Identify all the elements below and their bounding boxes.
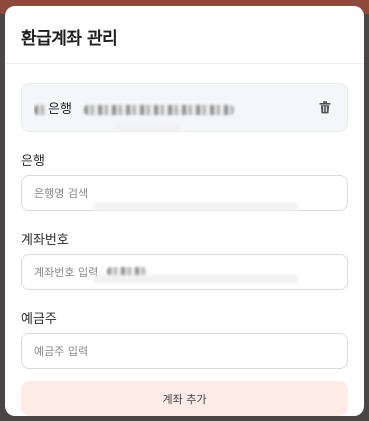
saved-bank-name: 은행 xyxy=(48,102,72,117)
holder-field: 예금주 xyxy=(21,308,348,369)
saved-account-card: 은행 xyxy=(21,83,348,132)
bank-label: 은행 xyxy=(21,154,45,169)
account-number-wrap xyxy=(21,254,348,290)
dialog-body: 은행 은행 계좌번호 xyxy=(5,64,364,416)
redacted-account-number xyxy=(84,104,235,115)
account-number-label: 계좌번호 xyxy=(21,233,69,248)
redacted-bank-prefix xyxy=(34,104,48,115)
dialog-title: 환급계좌 관리 xyxy=(21,29,118,49)
account-number-input[interactable] xyxy=(21,254,348,290)
redaction-smear xyxy=(93,203,298,211)
holder-input[interactable] xyxy=(21,333,348,369)
add-account-button[interactable]: 계좌 추가 xyxy=(21,381,348,416)
trash-icon-glyph xyxy=(319,101,331,114)
trash-icon[interactable] xyxy=(317,100,333,116)
redaction-smear xyxy=(93,275,298,283)
refund-account-dialog: 환급계좌 관리 은행 은행 계좌번호 xyxy=(5,6,364,416)
dialog-header: 환급계좌 관리 xyxy=(5,6,364,64)
redaction-smear xyxy=(115,124,180,132)
holder-label: 예금주 xyxy=(21,312,57,327)
bank-field: 은행 xyxy=(21,150,348,211)
saved-account-info: 은행 xyxy=(34,98,317,117)
